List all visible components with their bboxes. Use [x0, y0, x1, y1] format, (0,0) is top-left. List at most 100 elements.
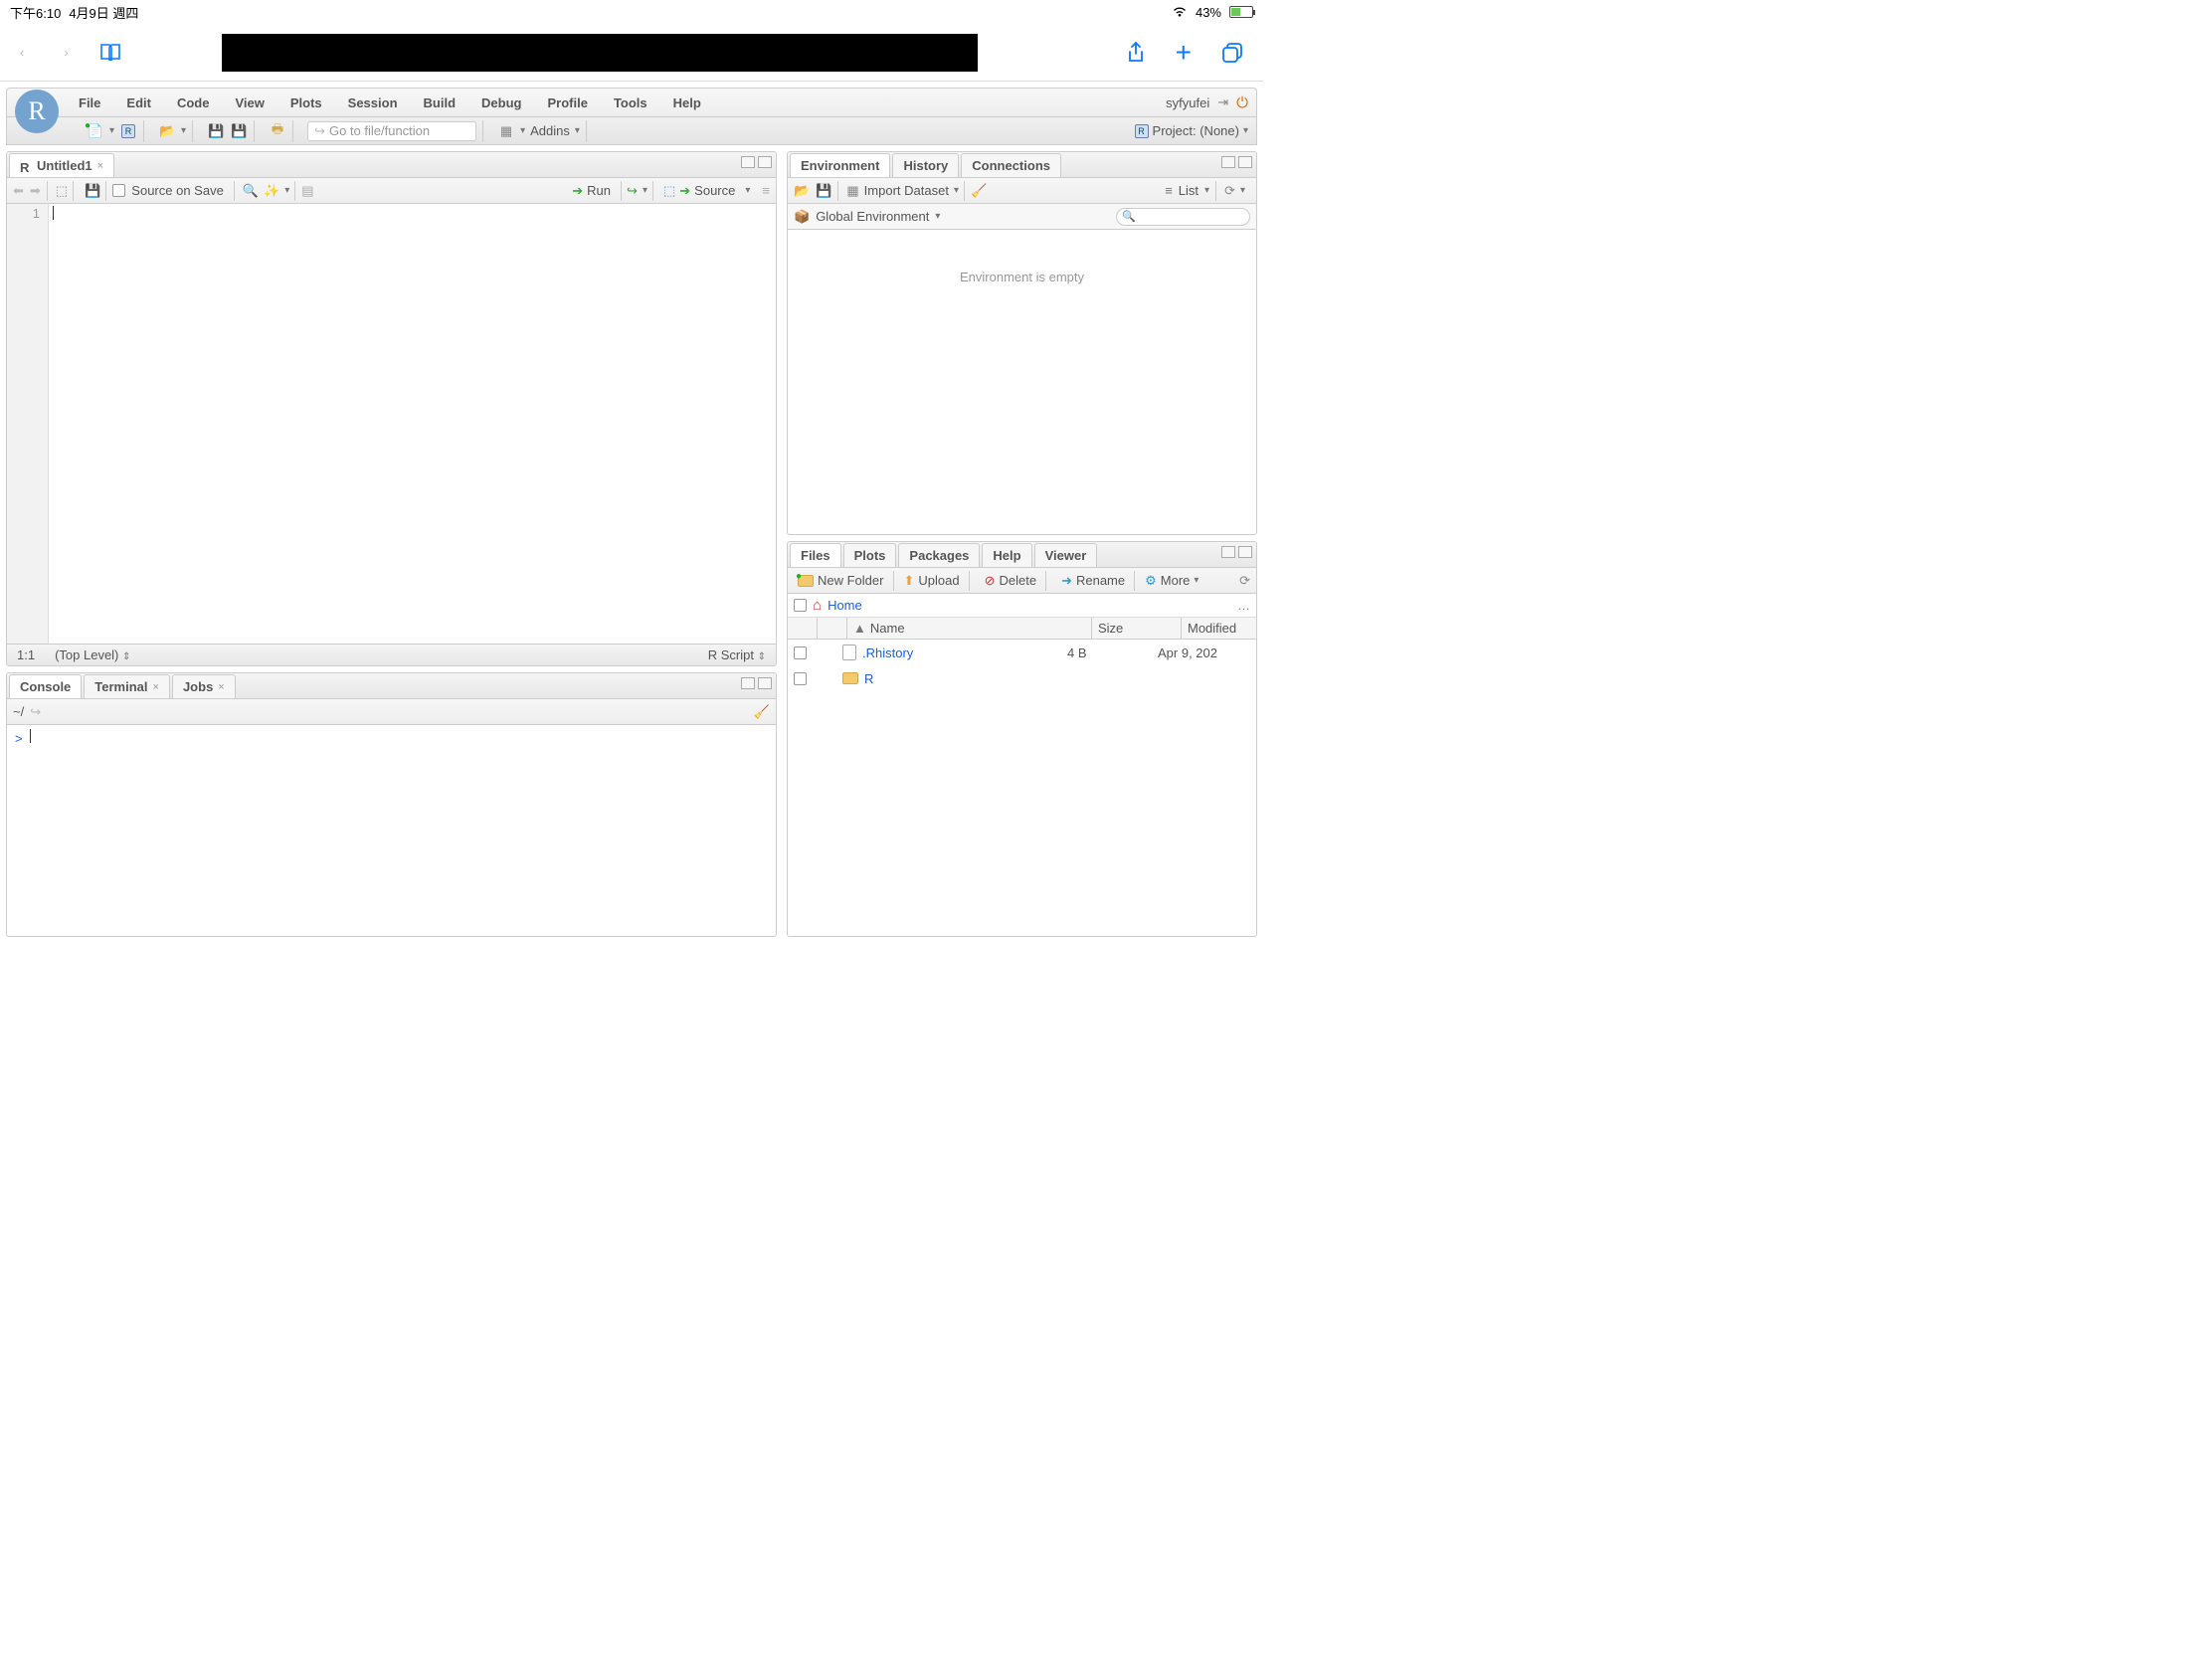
outline-toggle-icon[interactable]: ≡ — [762, 183, 770, 198]
ipad-status-bar: 下午6:10 4月9日 週四 43% — [0, 0, 1263, 24]
row-checkbox[interactable] — [794, 672, 807, 685]
source-on-save-checkbox[interactable] — [112, 184, 125, 197]
col-modified[interactable]: Modified — [1182, 618, 1256, 639]
file-row[interactable]: R — [788, 665, 1256, 691]
new-tab-icon[interactable]: + — [1176, 37, 1192, 69]
power-icon[interactable]: ⏻ — [1236, 94, 1248, 111]
tab-jobs[interactable]: Jobs × — [172, 674, 236, 698]
goto-file-input[interactable]: ↪Go to file/function — [307, 121, 476, 141]
menu-plots[interactable]: Plots — [290, 95, 322, 110]
import-dataset-button[interactable]: Import Dataset — [864, 183, 949, 198]
print-icon[interactable]: 🖶 — [269, 122, 286, 140]
outline-icon[interactable]: ▤ — [301, 183, 313, 199]
grid-icon[interactable]: ▦ — [497, 122, 515, 140]
env-scope[interactable]: Global Environment — [816, 209, 929, 224]
rerun-icon[interactable]: ↪ — [627, 183, 638, 199]
save-all-icon[interactable]: 💾 — [230, 122, 248, 140]
menu-build[interactable]: Build — [424, 95, 457, 110]
nav-fwd-icon[interactable]: ➡ — [30, 183, 41, 199]
save-icon[interactable]: 💾 — [85, 183, 100, 199]
scope-selector[interactable]: (Top Level) ⇕ — [55, 647, 130, 662]
minimize-icon[interactable] — [741, 156, 755, 168]
menu-help[interactable]: Help — [673, 95, 701, 110]
clear-console-icon[interactable]: 🧹 — [754, 704, 770, 720]
minimize-icon[interactable] — [1221, 156, 1235, 168]
addins-button[interactable]: Addins — [530, 123, 570, 138]
more-path-icon[interactable]: … — [1237, 598, 1250, 613]
menu-tools[interactable]: Tools — [614, 95, 647, 110]
rerun-icon[interactable]: ↪ — [30, 704, 41, 720]
menu-session[interactable]: Session — [348, 95, 398, 110]
share-icon[interactable] — [1126, 42, 1146, 64]
tab-files[interactable]: Files — [790, 543, 841, 567]
new-folder-button[interactable]: ●New Folder — [794, 571, 887, 590]
home-icon[interactable]: ⌂ — [813, 597, 822, 614]
lang-selector[interactable]: R Script ⇕ — [708, 647, 766, 662]
code-editor[interactable]: 1 — [7, 204, 776, 644]
wand-icon[interactable]: ✨ — [264, 183, 279, 199]
maximize-icon[interactable] — [758, 677, 772, 689]
menu-edit[interactable]: Edit — [126, 95, 151, 110]
menu-file[interactable]: File — [79, 95, 100, 110]
tab-help[interactable]: Help — [982, 543, 1031, 567]
tab-console[interactable]: Console — [9, 674, 82, 698]
signout-icon[interactable]: ⇥ — [1217, 94, 1228, 110]
username: syfyufei — [1166, 95, 1209, 110]
maximize-icon[interactable] — [1238, 156, 1252, 168]
menu-view[interactable]: View — [235, 95, 264, 110]
refresh-icon[interactable]: ⟳ — [1224, 183, 1235, 199]
minimize-icon[interactable] — [741, 677, 755, 689]
more-button[interactable]: ⚙More▾ — [1141, 571, 1202, 591]
maximize-icon[interactable] — [758, 156, 772, 168]
load-icon[interactable]: 📂 — [794, 183, 810, 199]
close-icon[interactable]: × — [218, 681, 224, 693]
minimize-icon[interactable] — [1221, 546, 1235, 558]
rename-button[interactable]: ➜Rename — [1057, 571, 1129, 591]
save-icon[interactable]: 💾 — [207, 122, 225, 140]
source-tab-untitled[interactable]: R Untitled1 × — [9, 153, 114, 177]
address-bar[interactable] — [222, 34, 978, 72]
col-size[interactable]: Size — [1092, 618, 1182, 639]
bookmarks-icon[interactable] — [98, 43, 122, 63]
tab-plots[interactable]: Plots — [843, 543, 897, 567]
row-checkbox[interactable] — [794, 646, 807, 659]
nav-back-icon[interactable]: ⬅ — [13, 183, 24, 199]
select-all-checkbox[interactable] — [794, 599, 807, 612]
console-output[interactable]: > — [7, 725, 776, 936]
tab-terminal[interactable]: Terminal × — [84, 674, 170, 698]
tab-connections[interactable]: Connections — [961, 153, 1061, 177]
tabs-icon[interactable] — [1221, 42, 1243, 64]
file-row[interactable]: .Rhistory 4 B Apr 9, 202 — [788, 640, 1256, 665]
tab-packages[interactable]: Packages — [898, 543, 980, 567]
delete-button[interactable]: ⊘Delete — [981, 571, 1040, 591]
browser-toolbar: ‹ › + — [0, 24, 1263, 82]
menu-debug[interactable]: Debug — [481, 95, 521, 110]
project-label[interactable]: Project: (None) — [1153, 123, 1239, 138]
env-search-input[interactable] — [1116, 208, 1250, 226]
find-icon[interactable]: 🔍 — [243, 183, 259, 199]
forward-button[interactable]: › — [64, 45, 68, 60]
run-button[interactable]: ➔Run — [568, 181, 615, 201]
broom-icon[interactable]: 🧹 — [971, 183, 987, 199]
tab-viewer[interactable]: Viewer — [1034, 543, 1098, 567]
tab-history[interactable]: History — [892, 153, 959, 177]
back-button[interactable]: ‹ — [20, 45, 24, 60]
menu-code[interactable]: Code — [177, 95, 210, 110]
import-icon[interactable]: ▦ — [846, 183, 858, 199]
save-icon[interactable]: 💾 — [816, 183, 831, 199]
popup-icon[interactable]: ⬚ — [56, 183, 68, 199]
upload-button[interactable]: ⬆Upload — [899, 571, 963, 591]
open-file-icon[interactable]: 📂 — [158, 122, 176, 140]
new-project-icon[interactable]: R — [119, 122, 137, 140]
close-icon[interactable]: × — [97, 160, 103, 172]
refresh-icon[interactable]: ⟳ — [1239, 573, 1250, 589]
new-file-icon[interactable]: 📄● — [87, 122, 104, 140]
col-name[interactable]: ▲Name — [847, 618, 1092, 639]
menu-profile[interactable]: Profile — [547, 95, 587, 110]
source-button[interactable]: ⬚➔Source — [659, 181, 739, 201]
breadcrumb-home[interactable]: Home — [828, 598, 862, 613]
close-icon[interactable]: × — [153, 681, 159, 693]
maximize-icon[interactable] — [1238, 546, 1252, 558]
tab-environment[interactable]: Environment — [790, 153, 890, 177]
view-mode[interactable]: List — [1179, 183, 1198, 198]
